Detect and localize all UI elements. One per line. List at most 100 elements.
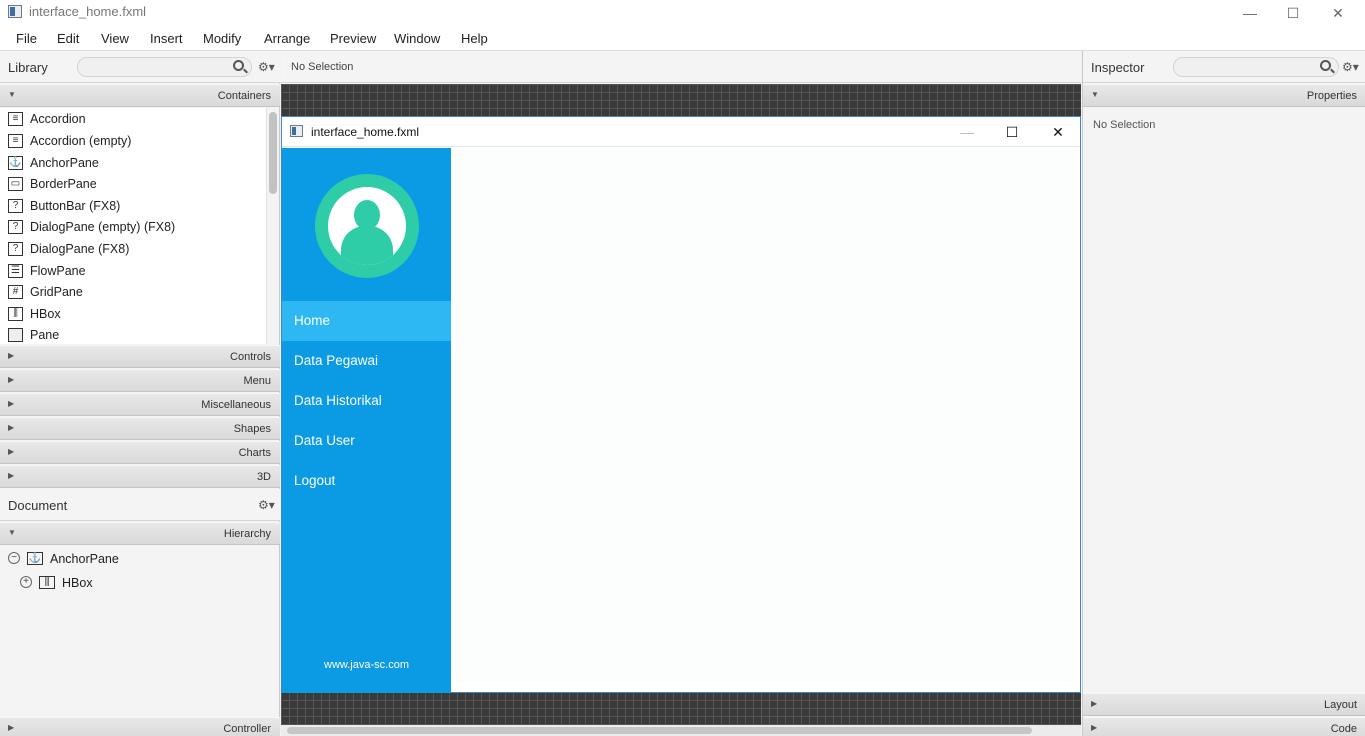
search-icon	[233, 60, 244, 71]
app-main-content	[452, 148, 1072, 682]
library-item-label: AnchorPane	[30, 156, 99, 170]
nav-label: Data Pegawai	[294, 353, 379, 368]
library-item-dialogpane[interactable]: ? DialogPane (FX8)	[0, 239, 266, 260]
library-item-label: Accordion (empty)	[30, 134, 132, 148]
anchor-icon: ⚓	[27, 552, 43, 565]
anchor-icon: ⚓	[8, 156, 23, 170]
section-properties[interactable]: ▼ Properties	[1083, 84, 1365, 107]
section-controls[interactable]: ▶ Controls	[0, 345, 280, 368]
nav-data-user[interactable]: Data User	[282, 421, 451, 461]
library-item-hbox[interactable]: ⫼ HBox	[0, 304, 266, 325]
library-scrollbar[interactable]	[266, 108, 279, 344]
section-charts[interactable]: ▶ Charts	[0, 441, 280, 464]
library-item-label: BorderPane	[30, 177, 97, 191]
library-list: ≡ Accordion ≡ Accordion (empty) ⚓ Anchor…	[0, 108, 266, 344]
hbox-icon: ⫼	[39, 576, 55, 589]
nav-data-historikal[interactable]: Data Historikal	[282, 381, 451, 421]
menu-window[interactable]: Window	[394, 31, 440, 46]
app-icon	[8, 5, 22, 18]
inspector-panel: Inspector ⚙▾ ▼ Properties No Selection ▶…	[1082, 51, 1365, 736]
chevron-down-icon: ▼	[8, 90, 16, 99]
menu-edit[interactable]: Edit	[57, 31, 79, 46]
minimize-button[interactable]: —	[1227, 0, 1273, 26]
section-label: Hierarchy	[223, 528, 271, 540]
window-title: interface_home.fxml	[29, 4, 147, 19]
preview-window: interface_home.fxml — ☐ ✕ Home Data Pega…	[281, 116, 1081, 693]
expand-icon[interactable]: +	[20, 576, 32, 588]
section-containers[interactable]: ▼ Containers	[0, 84, 280, 107]
section-controller[interactable]: ▶ Controller	[0, 717, 280, 736]
gear-icon[interactable]: ⚙▾	[258, 60, 275, 74]
preview-close-button[interactable]: ✕	[1035, 117, 1081, 147]
tree-item-label: AnchorPane	[50, 552, 119, 566]
chevron-right-icon: ▶	[8, 447, 15, 456]
maximize-button[interactable]: ☐	[1270, 0, 1316, 26]
section-label: Menu	[243, 375, 271, 387]
section-miscellaneous[interactable]: ▶ Miscellaneous	[0, 393, 280, 416]
chevron-right-icon: ▶	[8, 471, 15, 480]
preview-minimize-button[interactable]: —	[944, 117, 990, 147]
section-shapes[interactable]: ▶ Shapes	[0, 417, 280, 440]
library-item-label: Pane	[30, 328, 60, 342]
menu-arrange[interactable]: Arrange	[264, 31, 310, 46]
unknown-icon: ?	[8, 220, 23, 234]
user-body-shape	[341, 226, 393, 265]
document-title: Document	[8, 498, 68, 513]
library-item-gridpane[interactable]: # GridPane	[0, 282, 266, 303]
menu-file[interactable]: File	[16, 31, 37, 46]
library-item-flowpane[interactable]: ☰ FlowPane	[0, 261, 266, 282]
library-item-label: Accordion	[30, 112, 86, 126]
document-header: Document ⚙▾	[0, 489, 280, 521]
menu-modify[interactable]: Modify	[203, 31, 241, 46]
inspector-search-input[interactable]	[1173, 57, 1339, 77]
library-item-buttonbar[interactable]: ? ButtonBar (FX8)	[0, 196, 266, 217]
menu-preview[interactable]: Preview	[330, 31, 376, 46]
section-hierarchy[interactable]: ▼ Hierarchy	[0, 522, 280, 545]
left-panel: Library ⚙▾ ▼ Containers ≡ Accordion ≡ Ac…	[0, 51, 280, 736]
inspector-header: Inspector ⚙▾	[1083, 51, 1365, 83]
chevron-down-icon: ▼	[1091, 90, 1099, 99]
gear-icon[interactable]: ⚙▾	[1342, 60, 1359, 74]
avatar	[315, 174, 419, 278]
section-label: Controller	[223, 723, 271, 735]
section-code[interactable]: ▶ Code	[1083, 717, 1365, 736]
accordion-icon: ≡	[8, 134, 23, 148]
nav-home[interactable]: Home	[282, 301, 451, 341]
library-title: Library	[8, 60, 48, 75]
collapse-icon[interactable]: −	[8, 552, 20, 564]
accordion-icon: ≡	[8, 112, 23, 126]
library-item-borderpane[interactable]: ▭ BorderPane	[0, 174, 266, 195]
flow-pane-icon: ☰	[8, 264, 23, 278]
library-item-pane[interactable]: Pane	[0, 325, 266, 344]
section-3d[interactable]: ▶ 3D	[0, 465, 280, 488]
scrollbar-thumb[interactable]	[269, 112, 277, 194]
tree-item-hbox[interactable]: + ⫼ HBox	[0, 572, 280, 594]
nav-label: Data Historikal	[294, 393, 382, 408]
canvas-horizontal-scrollbar[interactable]	[281, 725, 1081, 736]
nav-label: Data User	[294, 433, 355, 448]
hbox-icon: ⫼	[8, 307, 23, 321]
section-layout[interactable]: ▶ Layout	[1083, 693, 1365, 716]
scrollbar-thumb[interactable]	[287, 727, 1032, 734]
nav-logout[interactable]: Logout	[282, 461, 451, 501]
inspector-selection-status: No Selection	[1093, 119, 1156, 131]
section-menu[interactable]: ▶ Menu	[0, 369, 280, 392]
section-label: Miscellaneous	[201, 399, 271, 411]
menu-insert[interactable]: Insert	[150, 31, 183, 46]
chevron-right-icon: ▶	[8, 351, 15, 360]
menu-view[interactable]: View	[101, 31, 129, 46]
library-item-accordion[interactable]: ≡ Accordion	[0, 109, 266, 130]
chevron-right-icon: ▶	[8, 723, 15, 732]
library-search-input[interactable]	[77, 57, 252, 77]
library-item-label: DialogPane (FX8)	[30, 242, 130, 256]
unknown-icon: ?	[8, 199, 23, 213]
nav-data-pegawai[interactable]: Data Pegawai	[282, 341, 451, 381]
close-button[interactable]: ✕	[1315, 0, 1361, 26]
library-item-accordion-empty[interactable]: ≡ Accordion (empty)	[0, 131, 266, 152]
library-item-anchorpane[interactable]: ⚓ AnchorPane	[0, 153, 266, 174]
tree-item-anchorpane[interactable]: − ⚓ AnchorPane	[0, 548, 280, 570]
menu-help[interactable]: Help	[461, 31, 488, 46]
library-item-dialogpane-empty[interactable]: ? DialogPane (empty) (FX8)	[0, 217, 266, 238]
gear-icon[interactable]: ⚙▾	[258, 498, 275, 512]
preview-maximize-button[interactable]: ☐	[989, 117, 1035, 147]
